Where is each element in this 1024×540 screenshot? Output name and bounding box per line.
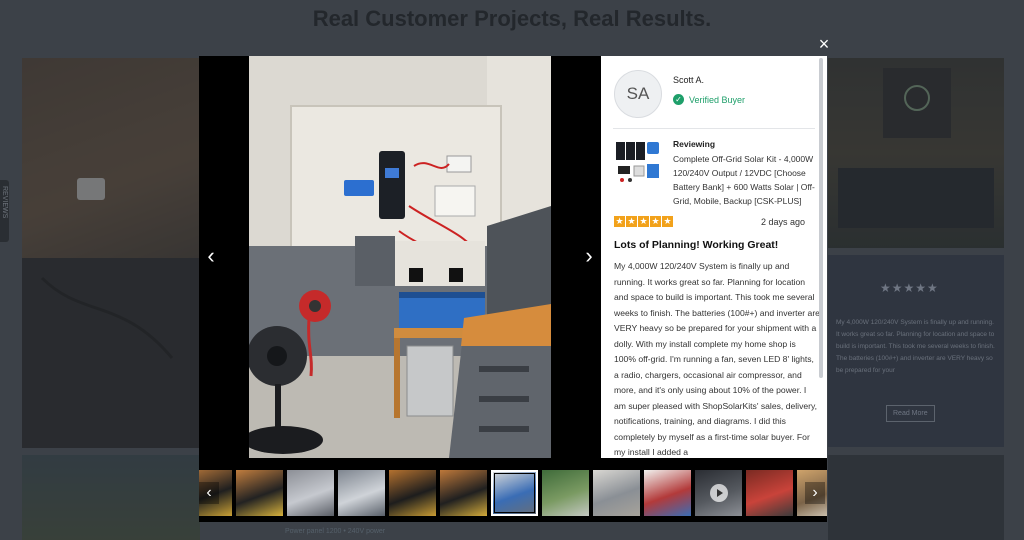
review-panel: SA Scott A. ✓ Verified Buyer Reviewing C… [601,56,827,458]
bg-review-text: My 4,000W 120/240V System is finally up … [836,319,995,374]
star-icon: ★ [662,216,673,227]
photo-thumbnail[interactable] [491,470,538,516]
thumbnail-prev-button[interactable]: ‹ [199,482,219,504]
divider [613,128,815,129]
star-icon: ★ [638,216,649,227]
star-icon: ★ [626,216,637,227]
bg-review-stars: ★★★★★ [880,281,939,295]
photo-thumbnail[interactable] [746,470,793,516]
verified-buyer-badge: ✓ Verified Buyer [673,94,745,105]
next-photo-button[interactable]: › [577,244,601,268]
gallery-tile-5 [828,455,1004,540]
side-tab-label: REVIEWS [1,186,8,219]
reviews-side-tab[interactable]: REVIEWS [0,180,9,242]
bg-read-more-button[interactable]: Read More [886,405,935,422]
product-thumbnail[interactable] [614,138,662,186]
photo-thumbnail[interactable] [338,470,385,516]
photo-thumbnail[interactable] [542,470,589,516]
review-lightbox: ‹ › SA Scott A. ✓ Verified Buyer Reviewi… [199,56,827,522]
avatar: SA [614,70,662,118]
review-scrollbar[interactable] [819,58,823,378]
photo-thumbnail[interactable] [593,470,640,516]
check-icon: ✓ [673,94,684,105]
photo-thumbnail[interactable] [389,470,436,516]
photo-thumbnail[interactable] [236,470,283,516]
reviewing-label: Reviewing [673,139,716,149]
gallery-tile-2 [828,58,1004,248]
gallery-tile-3: ★★★★★ My 4,000W 120/240V System is final… [828,255,1004,447]
star-icon: ★ [614,216,625,227]
thumbnail-next-button[interactable]: › [805,482,825,504]
gallery-tile-1 [22,58,200,448]
prev-photo-button[interactable]: ‹ [199,244,223,268]
rating-stars: ★ ★ ★ ★ ★ [614,216,673,227]
reviewer-name: Scott A. [673,75,705,85]
photo-viewer: ‹ › [199,56,601,458]
gallery-tile-4 [22,455,200,540]
review-photo [249,56,551,458]
review-body: My 4,000W 120/240V System is finally up … [614,261,820,457]
page-title: Real Customer Projects, Real Results. [312,6,712,31]
review-title: Lots of Planning! Working Great! [614,239,779,251]
star-icon: ★ [650,216,661,227]
photo-thumbnail[interactable] [644,470,691,516]
thumbnail-strip: ‹ › [199,468,827,518]
photo-thumbnail[interactable] [440,470,487,516]
close-icon[interactable]: × [815,35,833,53]
photo-thumbnail[interactable] [287,470,334,516]
play-icon [710,484,728,502]
review-date: 2 days ago [761,217,806,227]
verified-buyer-label: Verified Buyer [689,94,746,105]
product-name-link[interactable]: Complete Off-Grid Solar Kit - 4,000W 120… [673,152,819,208]
video-thumbnail[interactable] [695,470,742,516]
bg-caption: Power panel 1200 • 240V power [285,528,386,535]
